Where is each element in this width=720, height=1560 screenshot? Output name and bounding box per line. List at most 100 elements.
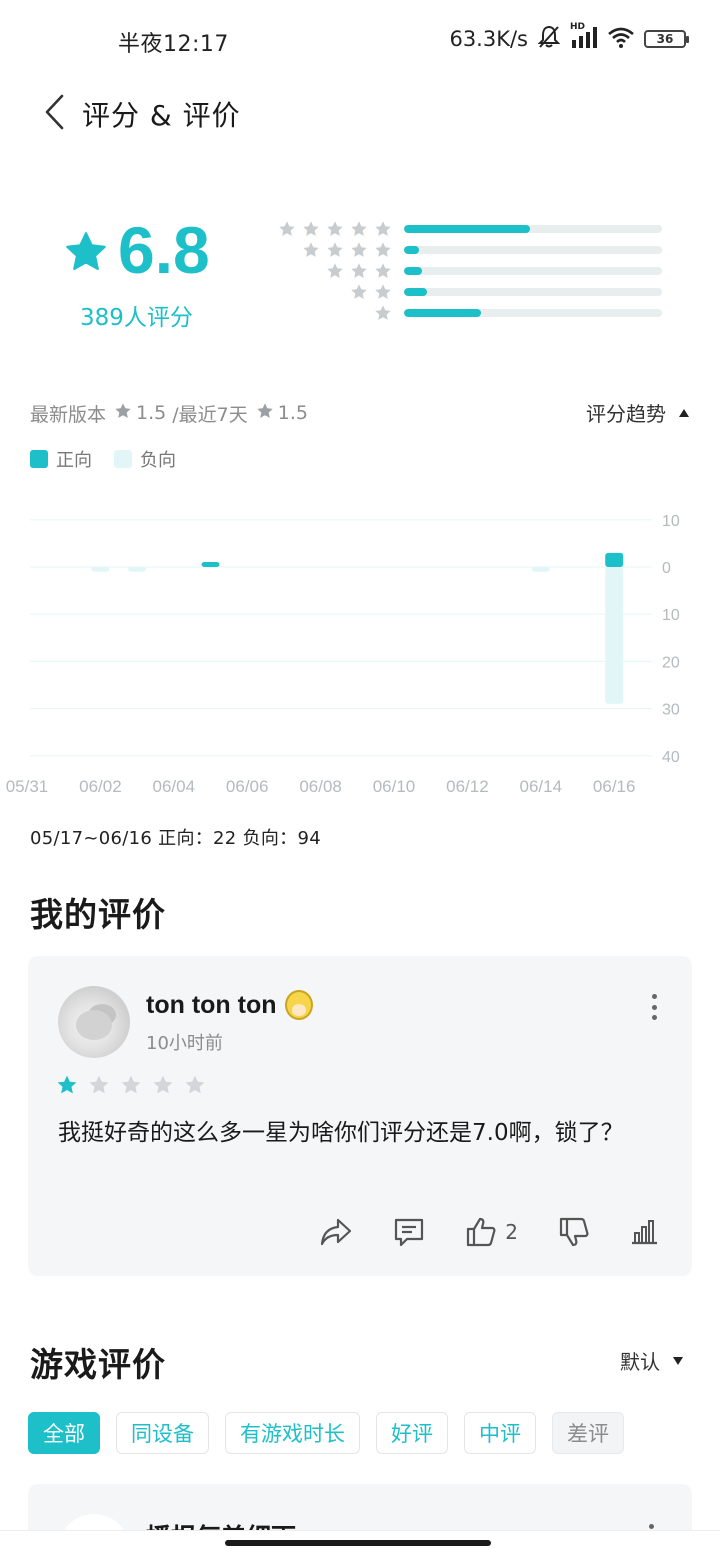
latest-version-score: 1.5 xyxy=(136,402,167,424)
y-tick-label: 40 xyxy=(662,749,680,766)
y-tick-label: 0 xyxy=(662,560,671,577)
distribution-stars xyxy=(270,262,392,280)
user-badge-icon xyxy=(284,990,313,1020)
thumbs-up-icon xyxy=(467,1217,496,1247)
page-title: 评分 & 评价 xyxy=(82,99,241,132)
rating-distribution-row-1 xyxy=(270,304,662,322)
game-reviews-title: 游戏评价 xyxy=(30,1345,166,1384)
battery-icon: 36 xyxy=(644,30,689,48)
star-icon xyxy=(303,242,319,257)
filter-chip[interactable]: 有游戏时长 xyxy=(225,1412,360,1454)
star-icon xyxy=(375,221,391,236)
triangle-down-icon xyxy=(673,1356,683,1365)
chart-bar-positive xyxy=(201,562,220,567)
latest-version-label: 最新版本 xyxy=(30,403,107,426)
net-speed: 63.3K/s xyxy=(449,27,528,51)
star-icon xyxy=(351,263,367,278)
triangle-up-icon xyxy=(679,408,689,417)
y-tick-label: 10 xyxy=(662,607,680,624)
comment-icon xyxy=(395,1218,424,1247)
wifi-icon xyxy=(608,26,634,53)
back-button[interactable] xyxy=(36,90,72,134)
x-tick-label: 06/10 xyxy=(373,777,416,796)
version-rating-row: 最新版本 1.5 /最近7天 1.5 评分趋势 xyxy=(30,398,690,428)
legend-positive: 正向 xyxy=(56,450,92,471)
comment-button[interactable] xyxy=(393,1216,425,1248)
distribution-bar-fill xyxy=(404,288,428,296)
star-empty-icon xyxy=(185,1075,205,1094)
bar-chart-icon xyxy=(632,1220,657,1245)
star-icon xyxy=(66,232,106,270)
y-tick-label: 20 xyxy=(662,654,680,671)
filter-chip[interactable]: 全部 xyxy=(28,1412,100,1454)
rating-count: 389人评分 xyxy=(80,305,193,331)
distribution-bar xyxy=(404,288,662,296)
distribution-bar xyxy=(404,246,662,254)
filter-chip[interactable]: 同设备 xyxy=(116,1412,209,1454)
status-bar: 半夜12:17 63.3K/s HD 36 xyxy=(0,0,720,78)
like-button[interactable]: 2 xyxy=(465,1216,518,1248)
star-icon xyxy=(327,221,343,236)
header: 评分 & 评价 xyxy=(0,78,720,146)
x-tick-label: 05/31 xyxy=(6,777,49,796)
legend-negative: 负向 xyxy=(140,450,176,471)
star-icon xyxy=(375,242,391,257)
distribution-bar xyxy=(404,225,662,233)
stats-button[interactable] xyxy=(630,1219,658,1245)
dislike-button[interactable] xyxy=(558,1216,590,1248)
distribution-stars xyxy=(270,304,392,322)
rating-score: 6.8 xyxy=(118,213,210,287)
star-empty-icon xyxy=(153,1075,173,1094)
chart-bar-positive xyxy=(605,552,624,567)
review-time: 10小时前 xyxy=(146,1033,223,1054)
star-icon xyxy=(351,221,367,236)
share-button[interactable] xyxy=(319,1217,353,1247)
chart-bar-negative xyxy=(128,567,147,572)
star-icon xyxy=(279,221,295,236)
filter-chip[interactable]: 好评 xyxy=(376,1412,448,1454)
rating-trend-toggle[interactable]: 评分趋势 xyxy=(586,398,690,427)
more-options-button[interactable] xyxy=(648,994,660,1020)
status-time: 半夜12:17 xyxy=(118,32,229,57)
x-tick-label: 06/02 xyxy=(79,777,122,796)
distribution-bar xyxy=(404,267,662,275)
x-tick-label: 06/16 xyxy=(593,777,636,796)
star-empty-icon xyxy=(121,1075,141,1094)
review-rating-stars xyxy=(56,1074,206,1096)
network-label: HD xyxy=(570,21,586,32)
avatar[interactable] xyxy=(58,986,130,1058)
star-icon xyxy=(351,284,367,299)
rating-distribution-row-2 xyxy=(270,284,662,299)
recent-label: /最近7天 xyxy=(172,403,248,426)
mute-bell-icon xyxy=(537,25,561,54)
star-icon xyxy=(351,242,367,257)
chart-bar-negative xyxy=(605,567,624,704)
more-options-button[interactable] xyxy=(649,1524,654,1529)
star-icon xyxy=(375,284,391,299)
my-review-title: 我的评价 xyxy=(30,895,166,934)
x-tick-label: 06/06 xyxy=(226,777,269,796)
distribution-bar-fill xyxy=(404,246,420,254)
rating-score-block: 6.8 389人评分 xyxy=(60,213,230,338)
filter-chip[interactable]: 中评 xyxy=(464,1412,536,1454)
legend-swatch-negative xyxy=(114,450,132,468)
home-indicator[interactable] xyxy=(225,1540,491,1546)
rating-distribution-row-3 xyxy=(270,262,662,280)
filter-chip[interactable]: 差评 xyxy=(552,1412,624,1454)
chart-legend: 正向 负向 xyxy=(30,446,176,472)
signal-icon: HD xyxy=(570,22,598,53)
status-icons: 63.3K/s HD 36 xyxy=(449,22,689,54)
my-review-card: ton ton ton 10小时前 我挺好奇的这么多一星为啥你们评分还是7.0啊… xyxy=(28,956,692,1276)
share-icon xyxy=(321,1218,352,1246)
x-tick-label: 06/04 xyxy=(153,777,196,796)
thumbs-down-icon xyxy=(559,1217,589,1247)
x-tick-label: 06/14 xyxy=(520,777,563,796)
battery-level: 36 xyxy=(656,32,674,46)
distribution-bar-fill xyxy=(404,309,482,317)
star-empty-icon xyxy=(89,1075,109,1094)
sort-dropdown[interactable]: 默认 xyxy=(620,1346,684,1375)
review-username[interactable]: ton ton ton xyxy=(146,990,313,1020)
distribution-stars xyxy=(270,220,392,238)
rating-trend-label: 评分趋势 xyxy=(586,402,666,426)
y-tick-label: 10 xyxy=(662,513,680,530)
